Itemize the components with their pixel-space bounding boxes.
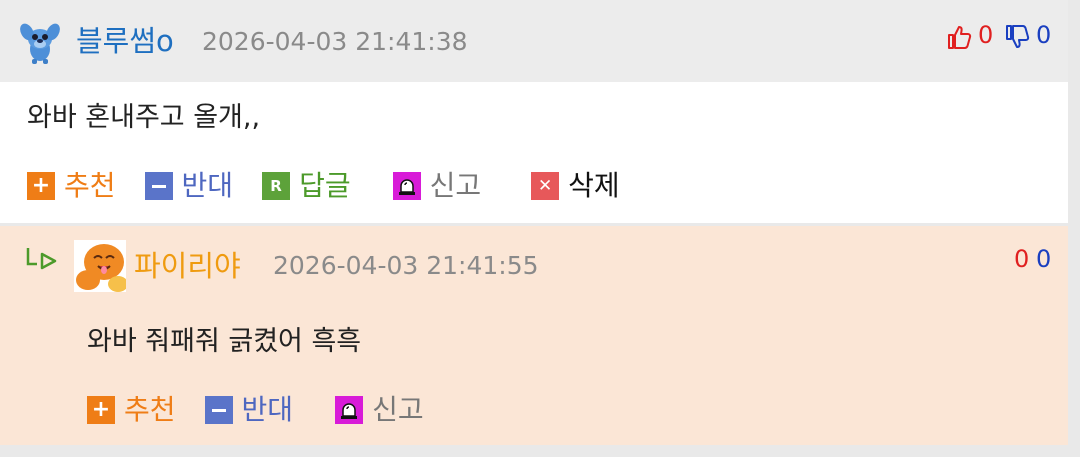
plus-icon: + — [27, 172, 55, 200]
user-avatar[interactable] — [18, 22, 62, 66]
comment-datetime: 2026-04-03 21:41:38 — [202, 27, 468, 56]
recommend-button[interactable]: + 추천 — [27, 168, 116, 204]
reply-button[interactable]: R 답글 — [262, 168, 351, 204]
report-label: 신고 — [429, 169, 482, 202]
recommend-label: 추천 — [124, 393, 176, 426]
oppose-label: 반대 — [241, 393, 294, 426]
oppose-button[interactable]: 반대 — [144, 168, 234, 204]
thumbs-down-icon[interactable] — [1004, 24, 1030, 50]
comment-datetime: 2026-04-03 21:41:55 — [273, 251, 539, 280]
scrollbar[interactable] — [1068, 0, 1080, 457]
thumbs-up-icon[interactable] — [946, 24, 972, 50]
delete-label: 삭제 — [568, 169, 620, 202]
siren-icon — [335, 396, 364, 424]
reply-label: 답글 — [299, 169, 351, 202]
minus-icon — [204, 396, 233, 424]
siren-icon — [392, 172, 421, 200]
comment-actions: + 추천 반대 R 답글 신고 ✕ 삭제 — [27, 168, 620, 204]
upvote-count: 0 — [978, 21, 994, 49]
oppose-label: 반대 — [181, 169, 234, 202]
upvote-count: 0 — [1014, 245, 1030, 273]
oppose-button[interactable]: 반대 — [204, 392, 294, 428]
recommend-label: 추천 — [64, 169, 116, 202]
minus-icon — [144, 172, 173, 200]
recommend-button[interactable]: + 추천 — [87, 392, 176, 428]
report-button[interactable]: 신고 — [392, 168, 482, 204]
comment-text: 와바 혼내주고 올개,, — [27, 102, 261, 133]
comment-actions: + 추천 반대 신고 — [87, 392, 424, 428]
author-name[interactable]: 파이리야 — [134, 247, 241, 285]
report-label: 신고 — [372, 393, 424, 426]
close-icon: ✕ — [531, 172, 560, 200]
delete-button[interactable]: ✕ 삭제 — [531, 168, 620, 204]
downvote-count: 0 — [1036, 245, 1052, 273]
reply-arrow-icon — [26, 248, 57, 270]
report-button[interactable]: 신고 — [335, 392, 424, 428]
user-avatar[interactable] — [74, 240, 126, 292]
downvote-count: 0 — [1036, 21, 1052, 49]
plus-icon: + — [87, 396, 115, 424]
comment-text: 와바 줘패줘 긁켰어 흑흑 — [87, 326, 362, 357]
author-name[interactable]: 블루썸o — [76, 22, 174, 60]
reply-icon: R — [262, 172, 291, 200]
